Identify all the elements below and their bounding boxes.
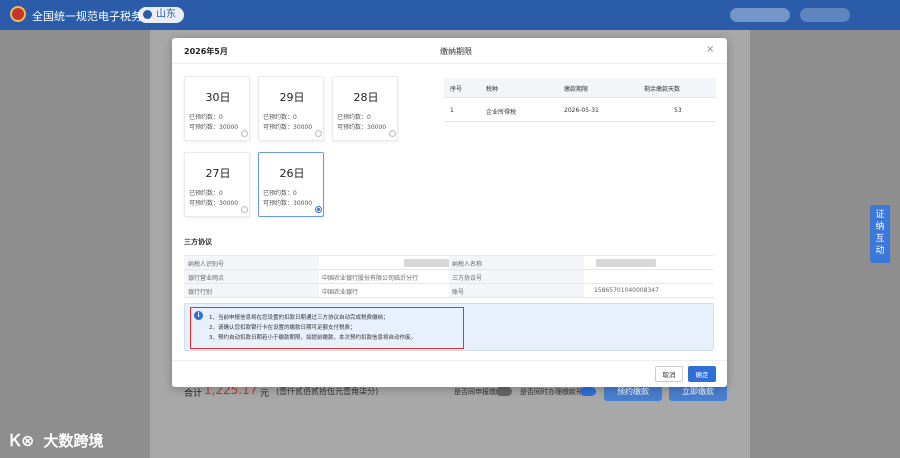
- total-label: 合计: [184, 389, 203, 399]
- agreement-label: 账号: [452, 289, 465, 296]
- dialog-title: 缴纳期限: [440, 47, 472, 56]
- table-row: 1 企业所得税 2026-05-31 53: [444, 98, 716, 122]
- total-amount-words: (壹仟贰佰贰拾伍元壹角柒分): [276, 387, 379, 396]
- agreement-label: 纳税人识别号: [188, 261, 225, 268]
- redacted-value: [404, 259, 452, 267]
- agreement-label: 纳税人名称: [452, 261, 483, 268]
- watermark-logo: Ꮶ⊗: [10, 430, 35, 450]
- dialog-footer: 取消 确定: [172, 360, 727, 387]
- redacted-value: [596, 259, 656, 267]
- date-radio[interactable]: [241, 206, 248, 213]
- date-card-available: 可预约数：30000: [263, 200, 313, 207]
- date-card-available: 可预约数：30000: [263, 124, 313, 131]
- confirm-button[interactable]: 确定: [688, 366, 716, 382]
- region-switch[interactable]: 山东: [138, 7, 184, 23]
- date-card-day: 26日: [279, 167, 305, 180]
- date-card-booked: 已预约数：0: [189, 190, 223, 197]
- date-card-selected[interactable]: 26日 已预约数：0 可预约数：30000: [258, 152, 324, 217]
- date-card-day: 30日: [205, 91, 231, 104]
- table-cell: 1: [450, 107, 454, 114]
- toggle-switch-2[interactable]: [580, 387, 596, 396]
- notice-box: i 1、当前申报信息将在您设置的扣款日期通过三方协议自动完成税费缴纳； 2、请确…: [184, 303, 714, 351]
- column-header: 缴款期限: [564, 86, 589, 93]
- notice-line: 3、预约自动扣款日期若小于缴款期限，如提前缴款，本次预约扣款信息将自动作废。: [209, 335, 417, 341]
- table-cell: 2026-05-31: [564, 107, 599, 114]
- agreement-value: 中国农业银行股份有限公司临沂分行: [322, 275, 419, 282]
- side-interaction-tab[interactable]: 证 纳 互 动: [870, 205, 890, 263]
- date-card-day: 27日: [205, 167, 231, 180]
- column-header: 序号: [450, 86, 463, 93]
- agreement-label: 三方协议号: [452, 275, 483, 282]
- app-title: 全国统一规范电子税务局: [32, 10, 153, 23]
- notice-line: 2、请确认您扣款银行卡在设置的缴款日期可足额支付税费；: [209, 325, 356, 331]
- agreement-row: 银行营业网点 中国农业银行股份有限公司临沂分行 三方协议号: [184, 270, 714, 284]
- date-card[interactable]: 29日 已预约数：0 可预约数：30000: [258, 76, 324, 141]
- date-radio[interactable]: [241, 130, 248, 137]
- top-bar: 全国统一规范电子税务局 山东: [0, 0, 900, 30]
- date-radio[interactable]: [315, 130, 322, 137]
- column-header: 剩余缴款天数: [644, 86, 681, 93]
- date-card-booked: 已预约数：0: [263, 190, 297, 197]
- table-cell: 53: [674, 107, 682, 114]
- date-card-available: 可预约数：30000: [189, 200, 239, 207]
- notice-line: 1、当前申报信息将在您设置的扣款日期通过三方协议自动完成税费缴纳；: [209, 315, 389, 321]
- date-card-booked: 已预约数：0: [337, 114, 371, 121]
- date-card[interactable]: 27日 已预约数：0 可预约数：30000: [184, 152, 250, 217]
- user-name[interactable]: [800, 8, 850, 22]
- tax-emblem-icon: [10, 6, 26, 22]
- date-radio[interactable]: [389, 130, 396, 137]
- date-card-booked: 已预约数：0: [263, 114, 297, 121]
- date-card-day: 28日: [353, 91, 379, 104]
- watermark: Ꮶ⊗ 大数跨境: [10, 430, 104, 454]
- agreement-label: 银行营业网点: [188, 275, 225, 282]
- close-icon[interactable]: ×: [706, 44, 714, 55]
- agreement-row: 银行行别 中国农业银行 账号 15865701040008347: [184, 284, 714, 298]
- agreement-label: 银行行别: [188, 289, 213, 296]
- date-card-available: 可预约数：30000: [189, 124, 239, 131]
- dialog-header: 2026年5月 缴纳期限 ×: [172, 38, 727, 64]
- agreement-value: 中国农业银行: [322, 289, 359, 296]
- table-header: 序号 税种 缴款期限 剩余缴款天数: [444, 78, 716, 98]
- date-card-day: 29日: [279, 91, 305, 104]
- calendar-month: 2026年5月: [184, 47, 228, 56]
- toggle-switch-1[interactable]: [496, 387, 512, 396]
- payment-deadline-dialog: 2026年5月 缴纳期限 × 30日 已预约数：0 可预约数：30000 29日…: [172, 38, 727, 387]
- user-avatar[interactable]: [730, 8, 790, 22]
- date-card[interactable]: 28日 已预约数：0 可预约数：30000: [332, 76, 398, 141]
- agreement-section-title: 三方协议: [184, 238, 212, 246]
- watermark-text: 大数跨境: [43, 432, 104, 450]
- date-card-booked: 已预约数：0: [189, 114, 223, 121]
- agreement-table: 纳税人识别号 纳税人名称 银行营业网点 中国农业银行股份有限公司临沂分行 三方协…: [184, 255, 714, 298]
- date-card-available: 可预约数：30000: [337, 124, 387, 131]
- total-unit: 元: [260, 389, 270, 399]
- agreement-value: 15865701040008347: [594, 287, 659, 294]
- date-card[interactable]: 30日 已预约数：0 可预约数：30000: [184, 76, 250, 141]
- table-cell: 企业所得税: [486, 109, 517, 116]
- column-header: 税种: [486, 86, 499, 93]
- cancel-button[interactable]: 取消: [655, 366, 683, 382]
- date-radio-selected[interactable]: [315, 206, 322, 213]
- agreement-row: 纳税人识别号 纳税人名称: [184, 256, 714, 270]
